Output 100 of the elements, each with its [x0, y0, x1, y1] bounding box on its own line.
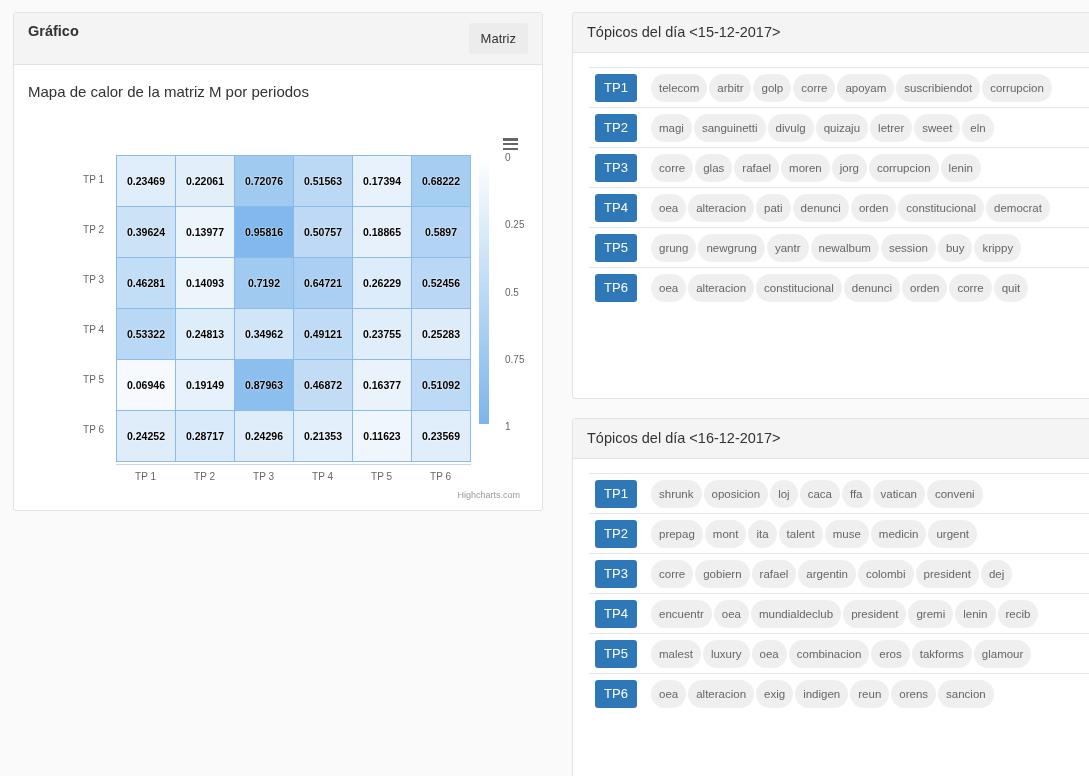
topic-badge: TP5 [595, 234, 637, 262]
word-tag: sancion [938, 680, 994, 708]
heatmap-cell: 0.52456 [412, 258, 470, 308]
word-tag: magi [651, 114, 692, 142]
menu-icon[interactable] [503, 138, 518, 150]
word-tag: president [843, 600, 907, 628]
scale-label: 1 [505, 421, 512, 432]
heatmap-cell: 0.14093 [176, 258, 234, 308]
axis-label: TP 4 [311, 471, 334, 482]
chart-title: Mapa de calor de la matriz M por periodos [28, 83, 310, 100]
heatmap-cell: 0.18865 [353, 207, 411, 257]
axis-label: TP 3 [82, 273, 105, 287]
heatmap-cell: 0.28717 [176, 411, 234, 461]
word-tag: eln [962, 114, 994, 142]
heatmap-cell: 0.19149 [176, 360, 234, 410]
topic-badge: TP4 [595, 600, 637, 628]
word-tag: reun [850, 680, 890, 708]
word-tag: rafael [734, 154, 780, 182]
word-tag: president [915, 560, 979, 588]
word-tag: colombi [857, 560, 914, 588]
word-tag: orens [891, 680, 937, 708]
heatmap-cell: 0.25283 [412, 309, 470, 359]
word-tag: oea [751, 640, 787, 668]
word-tag: orden [902, 274, 948, 302]
word-tag: grung [651, 234, 697, 262]
word-tag: session [880, 234, 936, 262]
word-tag: yantr [766, 234, 809, 262]
word-tag: alteracion [688, 680, 755, 708]
word-tag: muse [824, 520, 869, 548]
word-tag: conveni [926, 480, 983, 508]
word-tag: newalbum [810, 234, 879, 262]
word-tag: gobiern [695, 560, 750, 588]
word-tag: moren [781, 154, 830, 182]
word-tag: divulg [767, 114, 814, 142]
word-tag: oea [651, 680, 687, 708]
heatmap-cell: 0.17394 [353, 156, 411, 206]
heatmap-cell: 0.23469 [117, 156, 175, 206]
scale-label: 0.25 [505, 219, 525, 231]
word-tag: glamour [973, 640, 1032, 668]
panel-title: Tópicos del día <15-12-2017> [587, 24, 781, 40]
word-tag: suscribiendot [896, 74, 981, 102]
heatmap-cell: 0.51563 [294, 156, 352, 206]
axis-label: TP 3 [252, 471, 275, 482]
word-tag: krippy [974, 234, 1022, 262]
word-tag: lenin [955, 600, 996, 628]
heatmap-cell: 0.24813 [176, 309, 234, 359]
heatmap-cell: 0.5897 [412, 207, 470, 257]
word-tag: buy [937, 234, 973, 262]
word-tag: corrupcion [868, 154, 939, 182]
axis-label: TP 6 [429, 471, 452, 482]
word-tag: quizaju [815, 114, 869, 142]
word-tag: corrupcion [982, 74, 1052, 102]
heatmap-cell: 0.64721 [294, 258, 352, 308]
topic-badge: TP4 [595, 194, 637, 222]
word-tag: medicin [870, 520, 927, 548]
word-tag: corre [651, 560, 694, 588]
matrix-button[interactable]: Matriz [468, 23, 528, 54]
word-tag: oea [651, 194, 687, 222]
word-tag: prepag [651, 520, 703, 548]
word-tag: eros [871, 640, 910, 668]
word-tag: denunci [843, 274, 901, 302]
heatmap-cell: 0.7192 [235, 258, 293, 308]
heatmap-cell: 0.68222 [412, 156, 470, 206]
word-tag: malest [651, 640, 701, 668]
word-tag: sweet [914, 114, 961, 142]
heatmap-cell: 0.46281 [117, 258, 175, 308]
word-tag: golp [753, 74, 792, 102]
word-tag: democrat [986, 194, 1050, 222]
panel-title: Tópicos del día <16-12-2017> [587, 430, 781, 446]
word-tag: mont [704, 520, 747, 548]
heatmap-cell: 0.39624 [117, 207, 175, 257]
word-tag: letrer [870, 114, 913, 142]
word-tag: newgrung [698, 234, 765, 262]
heatmap-cell: 0.72076 [235, 156, 293, 206]
axis-label: TP 1 [82, 173, 105, 187]
topic-badge: TP3 [595, 560, 637, 588]
heatmap-cell: 0.16377 [353, 360, 411, 410]
word-tag: luxury [702, 640, 750, 668]
word-tag: mundialdeclub [750, 600, 842, 628]
word-tag: oea [651, 274, 687, 302]
word-tag: constitucional [898, 194, 984, 222]
heatmap-cell: 0.49121 [294, 309, 352, 359]
topic-badge: TP1 [595, 480, 637, 508]
heatmap-cell: 0.13977 [176, 207, 234, 257]
word-tag: encuentr [651, 600, 712, 628]
heatmap-cell: 0.23569 [412, 411, 470, 461]
word-tag: ita [748, 520, 777, 548]
word-tag: dej [980, 560, 1013, 588]
heatmap-cell: 0.51092 [412, 360, 470, 410]
topic-badge: TP1 [595, 74, 637, 102]
word-tag: loj [770, 480, 798, 508]
panel-title: Gráfico [28, 23, 79, 39]
heatmap-cell: 0.11623 [353, 411, 411, 461]
word-tag: caca [799, 480, 840, 508]
word-tag: exig [756, 680, 794, 708]
heatmap-cell: 0.22061 [176, 156, 234, 206]
word-tag: oea [713, 600, 749, 628]
scale-label: 0.75 [505, 353, 525, 365]
word-tag: indigen [795, 680, 849, 708]
axis-label: TP 4 [82, 323, 105, 337]
